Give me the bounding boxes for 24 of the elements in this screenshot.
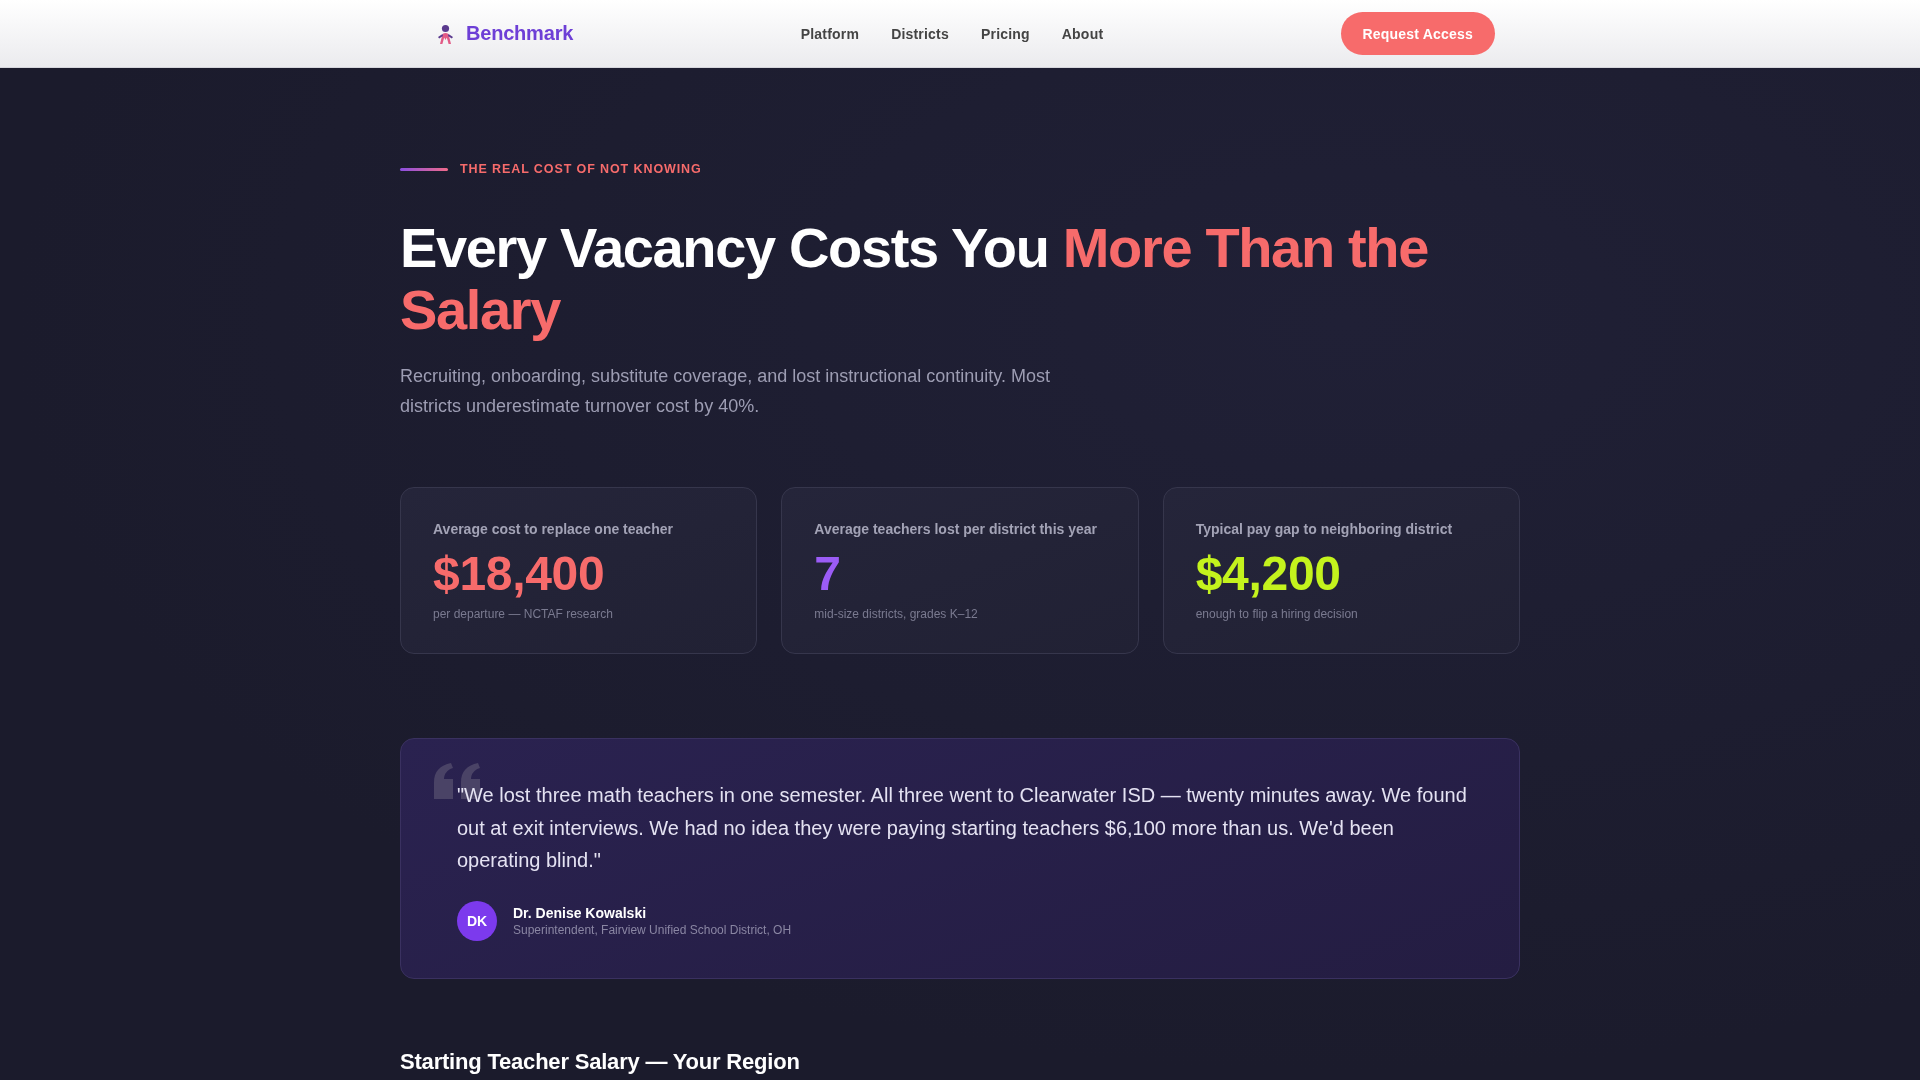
stat-label: Average teachers lost per district this year [814, 520, 1099, 539]
stat-value: $4,200 [1195, 549, 1342, 599]
stat-label: Typical pay gap to neighboring district [1195, 520, 1454, 539]
eyebrow-text: THE REAL COST OF NOT KNOWING [460, 162, 702, 176]
section-title: Starting Teacher Salary — Your Region [400, 1048, 801, 1075]
stat-label: Average cost to replace one teacher [433, 520, 674, 539]
quote-text: "We lost three math teachers in one semester. All three went to Clearwater ISD — twenty minutes away. We found out at exit interviews. We had no idea they were paying starting teachers $6,100 more than us. We'd been operating blind." [457, 783, 1468, 873]
nav-link[interactable]: Platform [800, 25, 860, 42]
stat-note: per departure — NCTAF research [433, 606, 614, 622]
author-name: Dr. Denise Kowalski [513, 903, 648, 922]
stat-note: enough to flip a hiring decision [1195, 606, 1359, 622]
stat-value: $18,400 [433, 549, 606, 599]
stat-note: mid-size districts, grades K–12 [814, 606, 979, 622]
headline: Every Vacancy Costs You More Than the Salary [400, 217, 1429, 341]
logo-text[interactable]: Benchmark [466, 22, 574, 45]
stat-value: 7 [814, 549, 842, 599]
accent-line [400, 167, 448, 171]
intro-paragraph: Recruiting, onboarding, substitute coverage, and lost instructional continuity. Most districts underestimate turnover cost by 40%. [400, 365, 1052, 418]
nav-link[interactable]: Districts [891, 25, 949, 42]
person-icon [437, 23, 454, 44]
author-role: Superintendent, Fairview Unified School District, OH [513, 921, 792, 938]
avatar: DK [457, 900, 497, 941]
nav-link[interactable]: About [1061, 25, 1104, 42]
nav-link[interactable]: Pricing [980, 25, 1030, 42]
